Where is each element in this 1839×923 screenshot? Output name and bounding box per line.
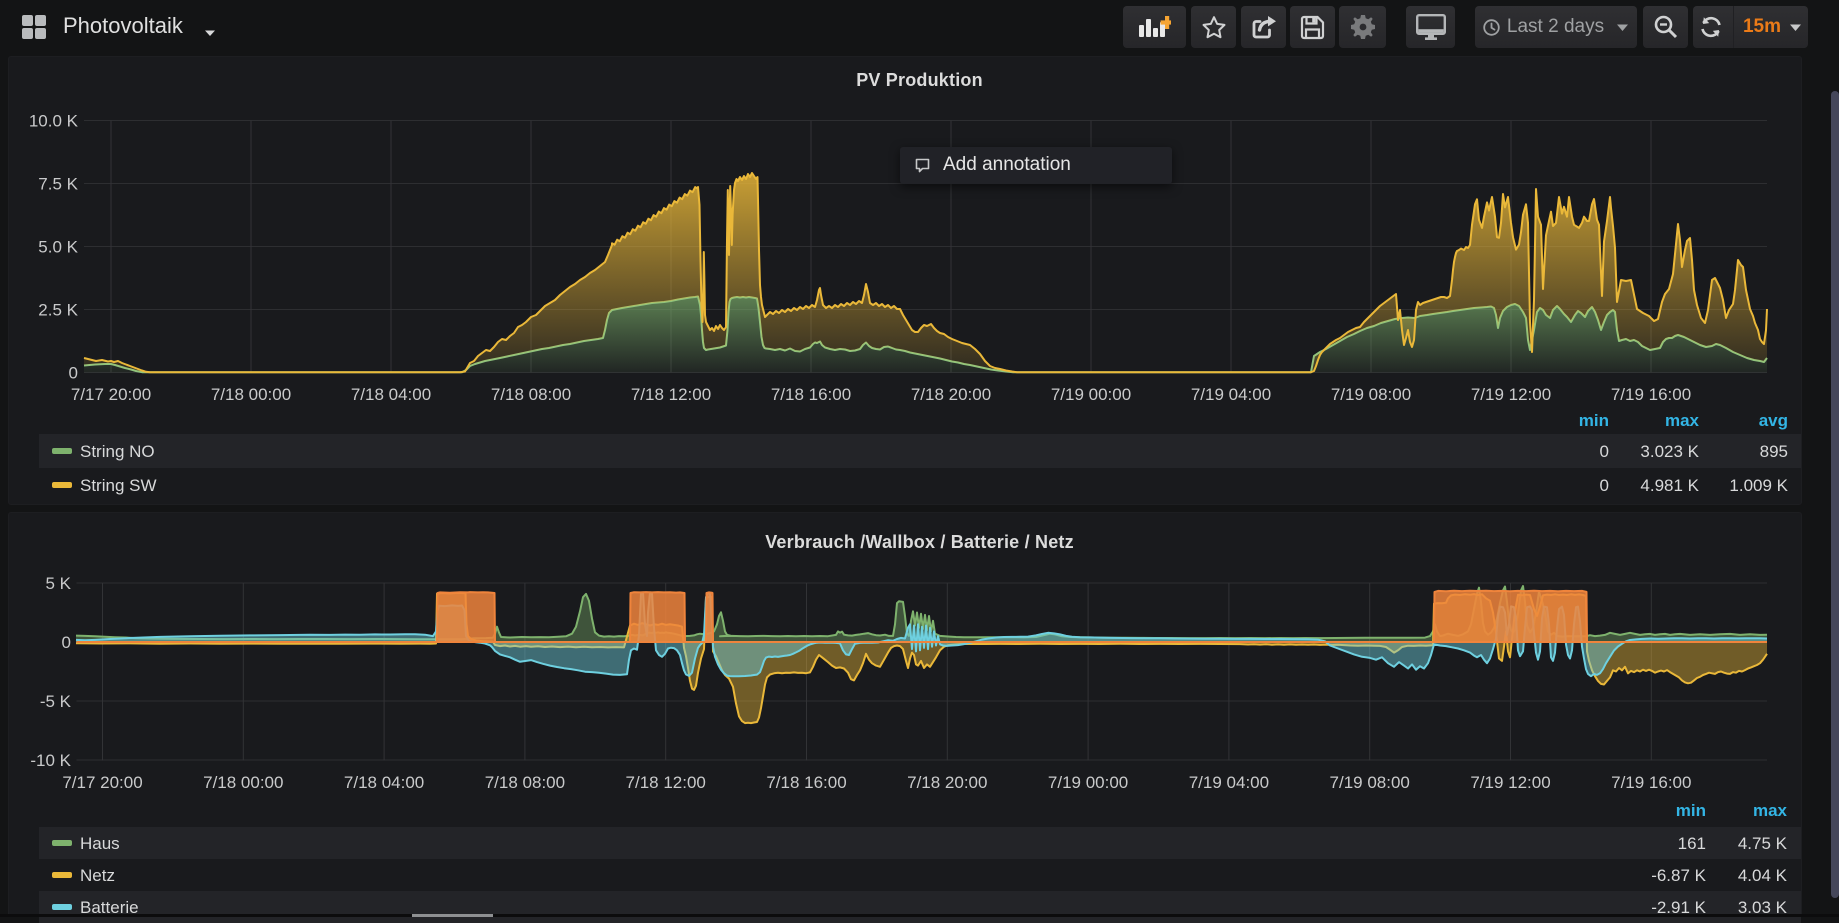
svg-text:0: 0 xyxy=(62,633,71,652)
svg-text:7/19 04:00: 7/19 04:00 xyxy=(1189,773,1269,792)
svg-text:-5 K: -5 K xyxy=(40,692,72,711)
svg-text:7/18 04:00: 7/18 04:00 xyxy=(351,385,431,404)
svg-text:7/19 00:00: 7/19 00:00 xyxy=(1048,773,1128,792)
svg-text:7/18 08:00: 7/18 08:00 xyxy=(485,773,565,792)
svg-text:7/18 04:00: 7/18 04:00 xyxy=(344,773,424,792)
svg-text:5.0 K: 5.0 K xyxy=(38,238,78,257)
svg-text:7/17 20:00: 7/17 20:00 xyxy=(71,385,151,404)
svg-text:7/18 12:00: 7/18 12:00 xyxy=(626,773,706,792)
svg-text:7/18 08:00: 7/18 08:00 xyxy=(491,385,571,404)
svg-text:7/18 12:00: 7/18 12:00 xyxy=(631,385,711,404)
svg-text:7/18 20:00: 7/18 20:00 xyxy=(911,385,991,404)
svg-text:7/17 20:00: 7/17 20:00 xyxy=(62,773,142,792)
svg-text:7/18 16:00: 7/18 16:00 xyxy=(766,773,846,792)
svg-text:7/19 12:00: 7/19 12:00 xyxy=(1470,773,1550,792)
svg-text:7/19 16:00: 7/19 16:00 xyxy=(1611,773,1691,792)
svg-text:7/18 00:00: 7/18 00:00 xyxy=(203,773,283,792)
svg-text:-10 K: -10 K xyxy=(30,751,71,770)
svg-text:7/19 16:00: 7/19 16:00 xyxy=(1611,385,1691,404)
svg-text:7/18 20:00: 7/18 20:00 xyxy=(907,773,987,792)
svg-text:10.0 K: 10.0 K xyxy=(29,112,79,131)
svg-text:0: 0 xyxy=(69,364,78,383)
svg-text:7/19 00:00: 7/19 00:00 xyxy=(1051,385,1131,404)
svg-text:7/18 16:00: 7/18 16:00 xyxy=(771,385,851,404)
svg-text:7.5 K: 7.5 K xyxy=(38,175,78,194)
svg-text:2.5 K: 2.5 K xyxy=(38,301,78,320)
svg-text:7/19 08:00: 7/19 08:00 xyxy=(1330,773,1410,792)
svg-text:7/19 04:00: 7/19 04:00 xyxy=(1191,385,1271,404)
svg-text:5 K: 5 K xyxy=(45,574,71,593)
svg-text:7/18 00:00: 7/18 00:00 xyxy=(211,385,291,404)
svg-text:7/19 08:00: 7/19 08:00 xyxy=(1331,385,1411,404)
svg-text:7/19 12:00: 7/19 12:00 xyxy=(1471,385,1551,404)
